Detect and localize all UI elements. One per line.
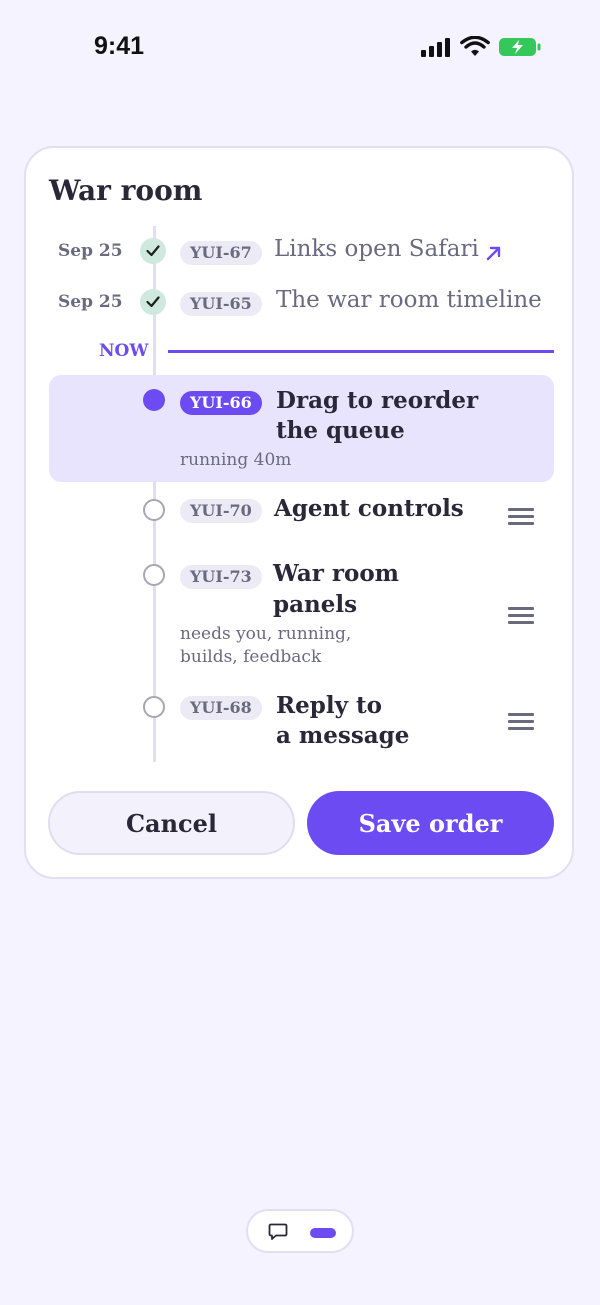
war-room-card: War room Sep 25 YUI-67 Links open Safari… — [24, 146, 574, 879]
done-item[interactable]: Sep 25 YUI-67 Links open Safari — [26, 230, 576, 270]
item-title-line2: the queue — [276, 417, 405, 444]
status-time: 9:41 — [94, 32, 145, 60]
issue-id-pill: YUI-73 — [180, 565, 262, 589]
item-status: running 40m — [180, 450, 292, 470]
item-date: Sep 25 — [58, 241, 123, 261]
item-status-line1: needs you, running, — [180, 624, 352, 644]
check-icon — [140, 238, 166, 264]
item-title: Links open Safari — [274, 236, 479, 262]
now-divider — [168, 350, 554, 353]
item-title-line1: Agent controls — [274, 495, 464, 522]
timeline-view-indicator[interactable] — [310, 1228, 336, 1238]
item-title: The war room timeline — [276, 287, 542, 313]
open-status-circle — [143, 499, 165, 521]
check-icon — [140, 289, 166, 315]
issue-id-pill: YUI-70 — [180, 499, 262, 523]
item-title-line1: Reply to — [276, 692, 382, 719]
issue-id-pill: YUI-68 — [180, 696, 262, 720]
open-status-circle — [143, 564, 165, 586]
battery-charging-icon — [499, 38, 541, 56]
drag-handle-icon[interactable] — [508, 713, 534, 730]
item-status-line2: builds, feedback — [180, 647, 322, 667]
issue-id-pill: YUI-67 — [180, 241, 262, 265]
issue-id-pill: YUI-66 — [180, 391, 262, 415]
item-date: Sep 25 — [58, 292, 123, 312]
item-title-line2: a message — [276, 722, 410, 749]
drag-handle-icon[interactable] — [508, 607, 534, 624]
save-order-button[interactable]: Save order — [307, 791, 554, 855]
status-bar: 9:41 — [0, 0, 600, 96]
status-icons — [420, 36, 542, 58]
cellular-signal-icon — [421, 38, 450, 57]
view-switcher[interactable] — [246, 1209, 354, 1253]
open-status-circle — [143, 696, 165, 718]
external-link-arrow-icon[interactable] — [486, 245, 502, 261]
card-title: War room — [49, 174, 203, 207]
wifi-icon — [460, 36, 490, 56]
done-item[interactable]: Sep 25 YUI-65 The war room timeline — [26, 281, 576, 321]
issue-id-pill: YUI-65 — [180, 292, 262, 316]
item-title-line1: Drag to reorder — [276, 387, 479, 414]
cancel-button[interactable]: Cancel — [48, 791, 295, 855]
now-label: NOW — [99, 341, 149, 361]
active-indicator-dot — [143, 389, 165, 411]
item-title-line1: War room — [273, 560, 399, 587]
chat-bubble-icon[interactable] — [268, 1223, 288, 1241]
item-title-line2: panels — [273, 591, 358, 618]
drag-handle-icon[interactable] — [508, 508, 534, 525]
